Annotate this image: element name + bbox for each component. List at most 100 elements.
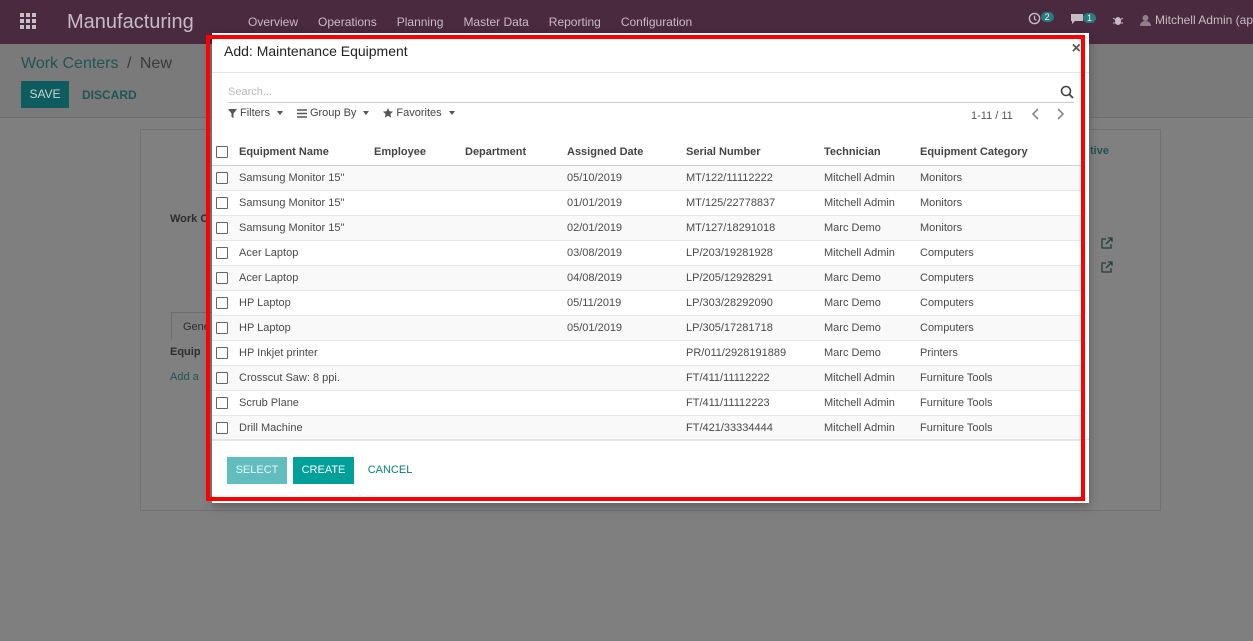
cell-serial: MT/127/18291018 [686, 222, 776, 234]
cell-name: Samsung Monitor 15" [239, 197, 345, 209]
cell-technician: Mitchell Admin [824, 372, 895, 384]
cell-serial: MT/122/11112222 [686, 172, 773, 184]
breadcrumb-current: New [139, 55, 172, 72]
breadcrumb-parent[interactable]: Work Centers [21, 55, 119, 72]
cell-technician: Marc Demo [824, 272, 881, 284]
equipment-column-label: Equip [170, 346, 201, 358]
cell-category: Furniture Tools [920, 422, 993, 434]
cancel-button[interactable]: CANCEL [362, 457, 418, 484]
activity-button[interactable]: 2 [1028, 12, 1054, 28]
table-header-row: Equipment Name Employee Department Assig… [212, 140, 1081, 166]
cell-serial: LP/305/17281718 [686, 322, 773, 334]
cell-category: Computers [920, 322, 974, 334]
add-line-link[interactable]: Add a [170, 371, 199, 383]
table-row[interactable]: HP Laptop 05/11/2019 LP/303/28292090 Marc D… [212, 291, 1081, 316]
cell-date: 02/01/2019 [567, 222, 623, 234]
row-checkbox[interactable] [216, 247, 228, 259]
app-title: Manufacturing [67, 11, 194, 33]
apps-grid-icon[interactable] [20, 13, 38, 31]
navbar-right: 2 1 Mitchell Admin (ap [1028, 12, 1253, 28]
user-avatar-icon [1139, 15, 1151, 26]
cell-date: 05/10/2019 [567, 172, 623, 184]
menu-planning[interactable]: Planning [397, 15, 444, 29]
table-row[interactable]: Acer Laptop 03/08/2019 LP/203/19281928 Mitc… [212, 241, 1081, 266]
table-row[interactable]: HP Laptop 05/01/2019 LP/305/17281718 Marc D… [212, 316, 1081, 341]
equipment-table: Equipment Name Employee Department Assig… [212, 140, 1081, 441]
row-checkbox[interactable] [216, 172, 228, 184]
row-checkbox[interactable] [216, 222, 228, 234]
search-icon[interactable] [1060, 85, 1074, 99]
table-row[interactable]: Samsung Monitor 15" 05/10/2019 MT/122/1111… [212, 166, 1081, 191]
row-checkbox[interactable] [216, 322, 228, 334]
caret-down-icon [276, 111, 283, 115]
cell-date: 04/08/2019 [567, 272, 623, 284]
table-row[interactable]: Crosscut Saw: 8 ppi. FT/411/11112222 Mitch… [212, 366, 1081, 391]
discard-button[interactable]: DISCARD [82, 88, 137, 102]
search-bar [228, 83, 1074, 103]
breadcrumb-separator: / [126, 55, 132, 72]
chevron-right-icon[interactable] [1056, 108, 1064, 120]
star-icon [383, 108, 394, 118]
cell-category: Furniture Tools [920, 372, 993, 384]
row-checkbox[interactable] [216, 197, 228, 209]
select-button[interactable]: SELECT [227, 457, 287, 484]
column-header[interactable]: Department [465, 146, 526, 158]
cell-serial: FT/411/11112222 [686, 372, 770, 384]
external-link-icon[interactable] [1101, 261, 1113, 273]
messages-button[interactable]: 1 [1070, 12, 1096, 28]
row-checkbox[interactable] [216, 347, 228, 359]
search-options: Filters Group By Favorites [228, 107, 455, 119]
close-icon[interactable]: × [1072, 40, 1081, 58]
filters-label: Filters [240, 107, 270, 119]
table-row[interactable]: Samsung Monitor 15" 01/01/2019 MT/125/2277… [212, 191, 1081, 216]
smart-button-label[interactable]: tive [1090, 145, 1109, 157]
bug-icon[interactable] [1112, 14, 1124, 26]
menu-master-data[interactable]: Master Data [463, 15, 528, 29]
save-button[interactable]: SAVE [21, 81, 69, 108]
groupby-dropdown[interactable]: Group By [296, 107, 370, 119]
menu-overview[interactable]: Overview [248, 15, 298, 29]
row-checkbox[interactable] [216, 397, 228, 409]
column-header[interactable]: Equipment Category [920, 146, 1028, 158]
column-header[interactable]: Technician [824, 146, 881, 158]
table-row[interactable]: Samsung Monitor 15" 02/01/2019 MT/127/1829… [212, 216, 1081, 241]
table-row[interactable]: Scrub Plane FT/411/11112223 Mitchell Admin… [212, 391, 1081, 416]
add-equipment-dialog: Add: Maintenance Equipment × Filters Gro… [212, 33, 1089, 503]
cell-category: Computers [920, 247, 974, 259]
favorites-dropdown[interactable]: Favorites [383, 107, 455, 119]
cell-name: HP Laptop [239, 297, 291, 309]
cell-date: 01/01/2019 [567, 197, 623, 209]
table-row[interactable]: Drill Machine FT/421/33334444 Mitchell Adm… [212, 416, 1081, 441]
select-all-checkbox[interactable] [216, 146, 228, 158]
column-header[interactable]: Assigned Date [567, 146, 643, 158]
user-menu[interactable]: Mitchell Admin (ap [1139, 13, 1253, 27]
filters-dropdown[interactable]: Filters [228, 107, 283, 119]
row-checkbox[interactable] [216, 272, 228, 284]
external-link-icon[interactable] [1101, 237, 1113, 249]
cell-technician: Mitchell Admin [824, 172, 895, 184]
cell-category: Monitors [920, 172, 963, 184]
menu-operations[interactable]: Operations [318, 15, 377, 29]
row-checkbox[interactable] [216, 297, 228, 309]
cell-name: Crosscut Saw: 8 ppi. [239, 372, 340, 384]
chevron-left-icon[interactable] [1032, 108, 1040, 120]
menu-configuration[interactable]: Configuration [621, 15, 692, 29]
cell-category: Furniture Tools [920, 397, 993, 409]
cell-name: HP Laptop [239, 322, 291, 334]
row-checkbox[interactable] [216, 372, 228, 384]
column-header[interactable]: Equipment Name [239, 146, 329, 158]
cell-technician: Mitchell Admin [824, 397, 895, 409]
create-button[interactable]: CREATE [293, 457, 354, 484]
activity-count-badge: 2 [1040, 12, 1054, 22]
menu-reporting[interactable]: Reporting [549, 15, 601, 29]
groupby-label: Group By [309, 107, 357, 119]
table-row[interactable]: HP Inkjet printer PR/011/2928191889 Marc D… [212, 341, 1081, 366]
search-input[interactable] [228, 83, 1048, 98]
breadcrumb: Work Centers / New [21, 55, 172, 73]
row-checkbox[interactable] [216, 422, 228, 434]
cell-technician: Marc Demo [824, 222, 881, 234]
column-header[interactable]: Serial Number [686, 146, 761, 158]
column-header[interactable]: Employee [374, 146, 426, 158]
pager-value[interactable]: 1-11 / 11 [971, 110, 1013, 122]
table-row[interactable]: Acer Laptop 04/08/2019 LP/205/12928291 Marc… [212, 266, 1081, 291]
